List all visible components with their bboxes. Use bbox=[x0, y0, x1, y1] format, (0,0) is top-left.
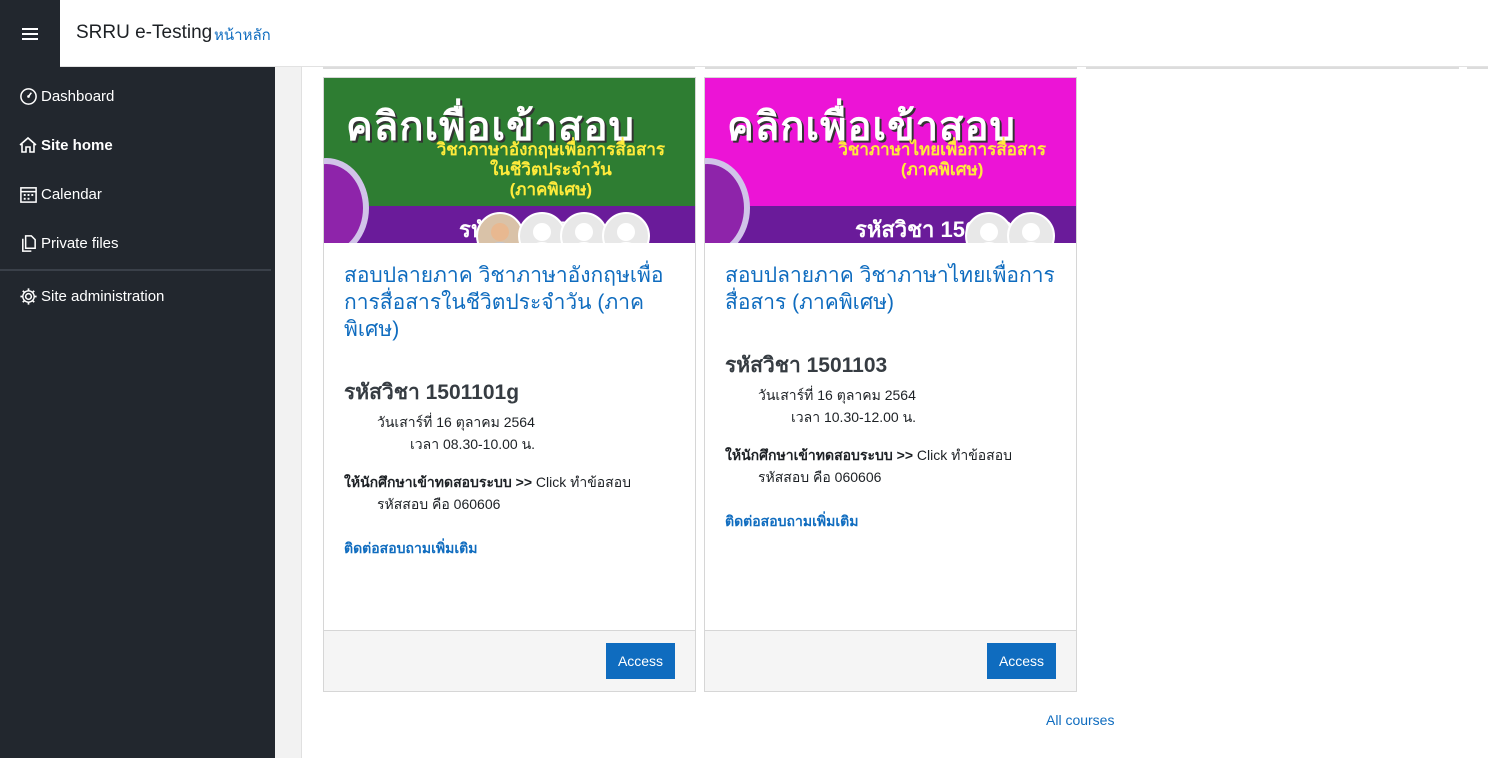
card-top-edge bbox=[1086, 67, 1459, 69]
avatar[interactable] bbox=[560, 212, 608, 243]
sidebar-item-site-administration[interactable]: Site administration bbox=[18, 285, 164, 307]
content-gutter bbox=[275, 67, 302, 758]
card-footer: Access bbox=[705, 630, 1076, 691]
avatar[interactable] bbox=[1007, 212, 1055, 243]
sidebar-drawer: Dashboard Site home Calendar Private fil… bbox=[0, 67, 275, 758]
sidebar-item-dashboard[interactable]: Dashboard bbox=[18, 85, 114, 107]
sidebar-item-label: Private files bbox=[41, 234, 119, 252]
instruction-bold: ให้นักศึกษาเข้าทดสอบระบบ >> bbox=[344, 474, 532, 490]
sidebar-item-private-files[interactable]: Private files bbox=[18, 232, 119, 254]
banner-subtitle: วิชาภาษาไทยเพื่อการสื่อสาร (ภาคพิเศษ) bbox=[838, 140, 1046, 180]
banner-subtitle: วิชาภาษาอังกฤษเพื่อการสื่อสาร ในชีวิตประ… bbox=[437, 140, 665, 200]
exam-date: วันเสาร์ที่ 16 ตุลาคม 2564 bbox=[758, 387, 916, 403]
sidebar-item-label: Site administration bbox=[41, 287, 165, 305]
sidebar-item-calendar[interactable]: Calendar bbox=[18, 183, 102, 205]
exam-date: วันเสาร์ที่ 16 ตุลาคม 2564 bbox=[377, 414, 535, 430]
top-navbar: SRRU e-Testing หน้าหลัก bbox=[0, 0, 1488, 67]
course-subject-code: รหัสวิชา 1501103 bbox=[725, 354, 888, 377]
teacher-avatars bbox=[965, 212, 1055, 243]
access-button[interactable]: Access bbox=[987, 643, 1056, 679]
avatar[interactable] bbox=[602, 212, 650, 243]
exam-time: เวลา 08.30-10.00 น. bbox=[410, 436, 536, 452]
sidebar-item-site-home[interactable]: Site home bbox=[18, 134, 113, 156]
course-card: คลิกเพื่อเข้าสอบ วิชาภาษาอังกฤษเพื่อการส… bbox=[323, 77, 696, 692]
banner-subtitle-line: ในชีวิตประจำวัน bbox=[489, 160, 612, 179]
exam-password: รหัสสอบ คือ 060606 bbox=[758, 469, 882, 485]
avatar[interactable] bbox=[476, 212, 524, 243]
hamburger-icon bbox=[22, 27, 38, 40]
sidebar-divider bbox=[0, 269, 271, 271]
banner-subtitle-line: (ภาคพิเศษ) bbox=[900, 160, 984, 179]
files-icon bbox=[18, 233, 38, 253]
instruction-bold: ให้นักศึกษาเข้าทดสอบระบบ >> bbox=[725, 447, 913, 463]
banner-subtitle-line: วิชาภาษาอังกฤษเพื่อการสื่อสาร bbox=[436, 140, 665, 159]
avatar[interactable] bbox=[518, 212, 566, 243]
banner-subtitle-line: (ภาคพิเศษ) bbox=[509, 180, 593, 199]
course-title-link[interactable]: สอบปลายภาค วิชาภาษาอังกฤษเพื่อการสื่อสาร… bbox=[344, 262, 679, 343]
course-banner-image[interactable]: คลิกเพื่อเข้าสอบ วิชาภาษาไทยเพื่อการสื่อ… bbox=[705, 78, 1076, 243]
home-link[interactable]: หน้าหลัก bbox=[214, 23, 271, 47]
course-subject-code: รหัสวิชา 1501101g bbox=[344, 381, 520, 404]
exam-instruction: ให้นักศึกษาเข้าทดสอบระบบ >> Click ทำข้อส… bbox=[725, 445, 1012, 467]
site-brand[interactable]: SRRU e-Testing bbox=[76, 22, 212, 44]
exam-password: รหัสสอบ คือ 060606 bbox=[377, 496, 501, 512]
sidebar-item-label: Site home bbox=[41, 136, 113, 154]
exam-time: เวลา 10.30-12.00 น. bbox=[791, 409, 917, 425]
access-button[interactable]: Access bbox=[606, 643, 675, 679]
course-banner-image[interactable]: คลิกเพื่อเข้าสอบ วิชาภาษาอังกฤษเพื่อการส… bbox=[324, 78, 695, 243]
course-card: คลิกเพื่อเข้าสอบ วิชาภาษาไทยเพื่อการสื่อ… bbox=[704, 77, 1077, 692]
sidebar-item-label: Calendar bbox=[41, 185, 102, 203]
exam-instruction: ให้นักศึกษาเข้าทดสอบระบบ >> Click ทำข้อส… bbox=[344, 472, 631, 494]
contact-link[interactable]: ติดต่อสอบถามเพิ่มเติม bbox=[725, 511, 858, 533]
card-footer: Access bbox=[324, 630, 695, 691]
calendar-icon bbox=[18, 184, 38, 204]
gear-icon bbox=[18, 286, 38, 306]
sidebar-item-label: Dashboard bbox=[41, 87, 115, 105]
instruction-text: Click ทำข้อสอบ bbox=[532, 474, 632, 490]
dashboard-icon bbox=[18, 86, 38, 106]
instruction-text: Click ทำข้อสอบ bbox=[913, 447, 1013, 463]
contact-link[interactable]: ติดต่อสอบถามเพิ่มเติม bbox=[344, 538, 477, 560]
all-courses-link[interactable]: All courses bbox=[1046, 712, 1114, 728]
menu-toggle-button[interactable] bbox=[0, 0, 60, 67]
card-top-edge bbox=[1467, 67, 1488, 69]
card-top-edge bbox=[323, 67, 695, 69]
home-icon bbox=[18, 135, 38, 155]
avatar[interactable] bbox=[965, 212, 1013, 243]
teacher-avatars bbox=[476, 212, 650, 243]
card-top-edge bbox=[705, 67, 1077, 69]
banner-subtitle-line: วิชาภาษาไทยเพื่อการสื่อสาร bbox=[838, 140, 1046, 159]
course-title-link[interactable]: สอบปลายภาค วิชาภาษาไทยเพื่อการสื่อสาร (ภ… bbox=[725, 262, 1060, 316]
